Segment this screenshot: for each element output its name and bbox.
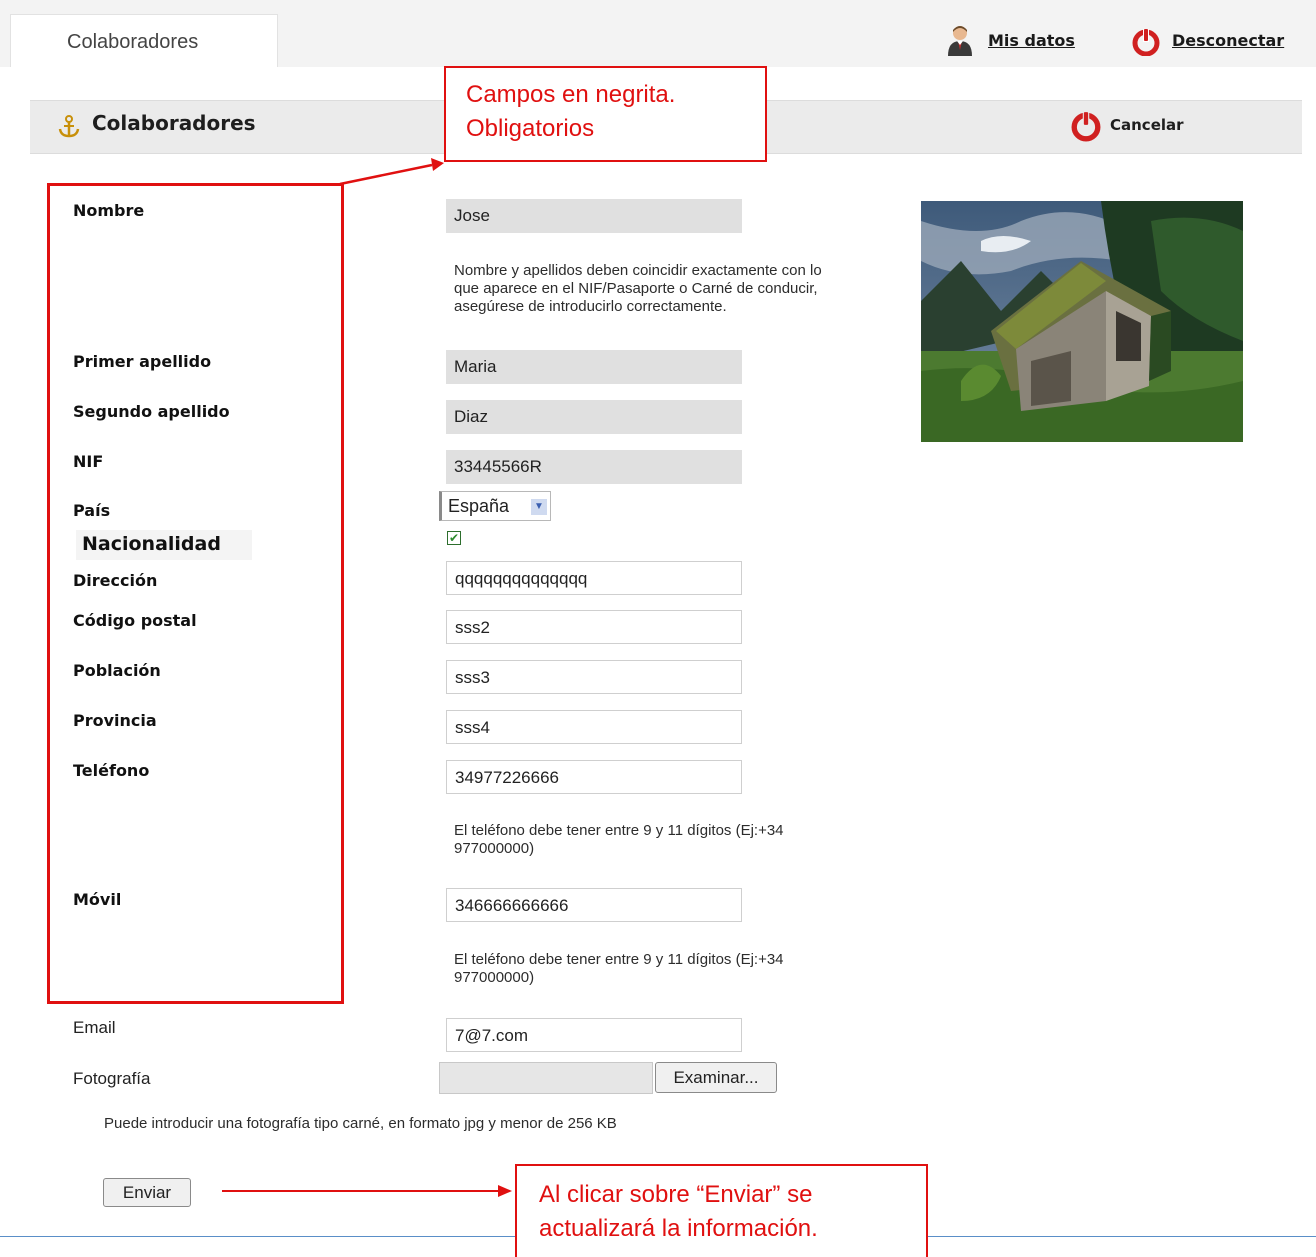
telefono-help: El teléfono debe tener entre 9 y 11 dígi… [454,822,784,857]
movil-input[interactable]: 346666666666 [446,888,742,922]
submit-callout: Al clicar sobre “Enviar” se actualizará … [515,1164,928,1257]
collaborator-photo [921,201,1243,442]
provincia-input[interactable]: sss4 [446,710,742,744]
arrow-head-required [431,158,444,171]
nif-field: 33445566R [446,450,742,484]
examinar-button[interactable]: Examinar... [655,1062,777,1093]
label-fotografia: Fotografía [73,1069,151,1088]
direccion-input[interactable]: qqqqqqqqqqqqqq [446,561,742,595]
codigo-postal-input[interactable]: sss2 [446,610,742,644]
pais-select-value: España [448,496,510,516]
desconectar-link[interactable]: Desconectar [1172,31,1284,50]
tab-colaboradores[interactable]: Colaboradores [10,14,278,67]
email-input[interactable]: 7@7.com [446,1018,742,1052]
required-fields-callout: Campos en negrita. Obligatorios [444,66,767,162]
nacionalidad-checkbox[interactable]: ✔ [447,531,461,545]
nombre-help: Nombre y apellidos deben coincidir exact… [454,262,822,315]
tab-label: Colaboradores [67,31,199,53]
telefono-input[interactable]: 34977226666 [446,760,742,794]
nombre-field: Jose [446,199,742,233]
pais-select[interactable]: España ▼ [439,491,551,521]
chevron-down-icon: ▼ [531,499,547,515]
user-icon [948,26,972,56]
poblacion-input[interactable]: sss3 [446,660,742,694]
segundo-apellido-field: Diaz [446,400,742,434]
arrow-head-submit [498,1185,512,1197]
movil-help: El teléfono debe tener entre 9 y 11 dígi… [454,951,784,986]
primer-apellido-field: Maria [446,350,742,384]
section-title: Colaboradores [92,111,256,135]
fotografia-help: Puede introducir una fotografía tipo car… [104,1115,617,1132]
cancel-power-icon [1071,112,1101,142]
power-icon [1132,29,1160,56]
enviar-button[interactable]: Enviar [103,1178,191,1207]
cancel-button[interactable]: Cancelar [1110,116,1184,134]
arrow-to-required-callout [339,163,433,186]
mis-datos-link[interactable]: Mis datos [988,31,1075,50]
fotografia-file-input[interactable] [439,1062,653,1094]
anchor-icon [58,115,80,138]
required-fields-highlight [47,183,344,1004]
label-email: Email [73,1018,116,1037]
